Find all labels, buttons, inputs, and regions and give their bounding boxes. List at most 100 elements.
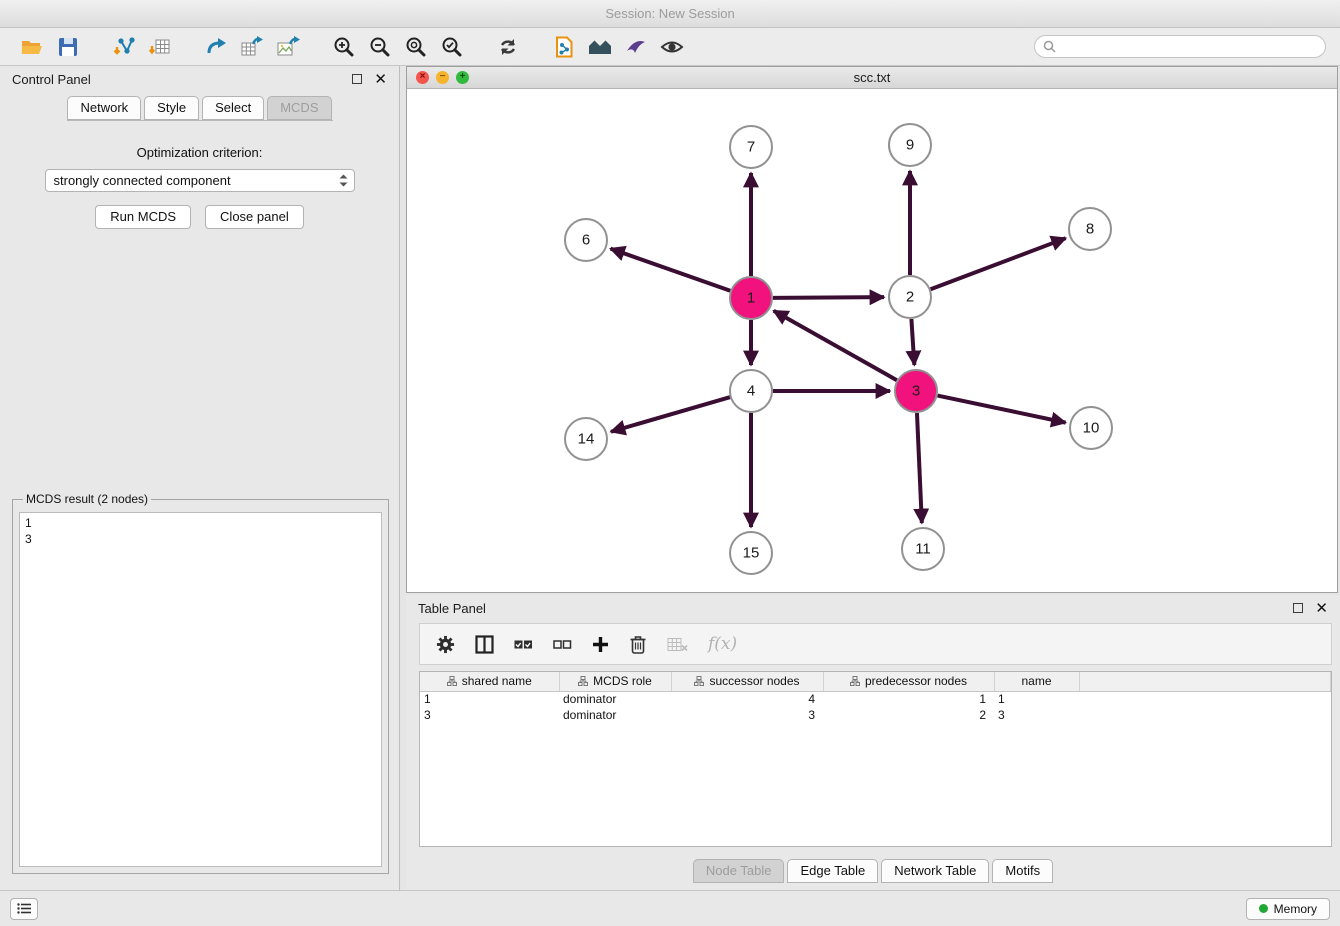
cluego-button[interactable] — [582, 32, 618, 62]
toolbar-search[interactable] — [1034, 35, 1326, 58]
unselect-all-button[interactable] — [553, 629, 572, 659]
table-cell[interactable]: 3 — [671, 707, 823, 723]
graph-node[interactable]: 6 — [565, 219, 607, 261]
mcds-result-item[interactable]: 3 — [25, 531, 376, 547]
tab-network[interactable]: Network — [67, 96, 141, 120]
column-header-successor-nodes[interactable]: successor nodes — [671, 672, 823, 691]
split-columns-button[interactable] — [475, 629, 494, 659]
graph-node[interactable]: 15 — [730, 532, 772, 574]
tab-edge-table[interactable]: Edge Table — [787, 859, 878, 883]
table-panel-title: Table Panel — [418, 601, 486, 616]
graph-edge[interactable] — [611, 397, 730, 432]
column-header-predecessor-nodes[interactable]: predecessor nodes — [823, 672, 994, 691]
graph-node[interactable]: 14 — [565, 418, 607, 460]
table-settings-button[interactable] — [436, 629, 455, 659]
table-cell[interactable]: 1 — [420, 691, 559, 707]
add-column-button[interactable] — [592, 629, 609, 659]
table-cell[interactable]: dominator — [559, 691, 671, 707]
column-header-shared-name[interactable]: shared name — [420, 672, 559, 691]
import-table-button[interactable] — [142, 32, 178, 62]
clone-network-button[interactable] — [546, 32, 582, 62]
close-panel-button[interactable]: Close panel — [205, 205, 304, 229]
zoom-out-button[interactable] — [362, 32, 398, 62]
close-window-icon[interactable]: × — [416, 71, 429, 84]
table-cell[interactable]: 4 — [671, 691, 823, 707]
refresh-layout-button[interactable] — [490, 32, 526, 62]
search-icon — [1043, 40, 1056, 53]
tab-mcds[interactable]: MCDS — [267, 96, 331, 120]
table-cell[interactable]: dominator — [559, 707, 671, 723]
export-table-button[interactable] — [234, 32, 270, 62]
table-cell[interactable]: 3 — [420, 707, 559, 723]
graph-edge[interactable] — [774, 311, 897, 380]
graph-node[interactable]: 7 — [730, 126, 772, 168]
network-window-titlebar[interactable]: × − + scc.txt — [407, 67, 1337, 89]
graph-node[interactable]: 10 — [1070, 407, 1112, 449]
node-table-body: 1dominator4113dominator323 — [420, 691, 1331, 723]
optimization-criterion-label: Optimization criterion: — [0, 145, 399, 160]
open-session-button[interactable] — [14, 32, 50, 62]
close-table-panel-icon[interactable]: ✕ — [1315, 601, 1328, 616]
export-network-button[interactable] — [198, 32, 234, 62]
graph-node[interactable]: 9 — [889, 124, 931, 166]
column-header-name[interactable]: name — [994, 672, 1079, 691]
maximize-window-icon[interactable]: + — [456, 71, 469, 84]
tab-motifs[interactable]: Motifs — [992, 859, 1053, 883]
minimize-window-icon[interactable]: − — [436, 71, 449, 84]
table-cell[interactable]: 1 — [994, 691, 1079, 707]
graph-node[interactable]: 1 — [730, 277, 772, 319]
network-canvas[interactable]: 7 9 6 8 1 2 4 3 10 14 15 11 — [407, 89, 1337, 592]
table-cell[interactable]: 2 — [823, 707, 994, 723]
save-session-button[interactable] — [50, 32, 86, 62]
graph-edge[interactable] — [931, 238, 1066, 289]
show-hide-button[interactable] — [654, 32, 690, 62]
graph-edge[interactable] — [611, 249, 731, 291]
memory-button[interactable]: Memory — [1246, 898, 1330, 920]
zoom-selected-button[interactable] — [434, 32, 470, 62]
clupedia-button[interactable] — [618, 32, 654, 62]
table-cell[interactable]: 1 — [823, 691, 994, 707]
delete-table-button[interactable] — [667, 629, 688, 659]
import-network-button[interactable] — [106, 32, 142, 62]
float-table-panel-icon[interactable] — [1293, 603, 1303, 613]
graph-node-label: 2 — [906, 289, 914, 306]
tab-network-table[interactable]: Network Table — [881, 859, 989, 883]
network-window: × − + scc.txt 7 9 6 8 1 2 4 3 10 14 15 11 — [406, 66, 1338, 593]
table-cell[interactable]: 3 — [994, 707, 1079, 723]
table-row[interactable]: 1dominator411 — [420, 691, 1331, 707]
graph-edge[interactable] — [911, 319, 914, 365]
function-builder-button[interactable]: f(x) — [708, 629, 737, 659]
mcds-result-item[interactable]: 1 — [25, 515, 376, 531]
zoom-fit-button[interactable] — [398, 32, 434, 62]
graph-node[interactable]: 11 — [902, 528, 944, 570]
criterion-dropdown-value: strongly connected component — [54, 173, 338, 188]
select-all-button[interactable] — [514, 629, 533, 659]
tab-select[interactable]: Select — [202, 96, 264, 120]
graph-node[interactable]: 2 — [889, 276, 931, 318]
open-session-icon — [20, 36, 44, 58]
run-mcds-button[interactable]: Run MCDS — [95, 205, 191, 229]
show-panels-button[interactable] — [10, 898, 38, 920]
zoom-in-button[interactable] — [326, 32, 362, 62]
search-input[interactable] — [1061, 40, 1317, 54]
network-window-title: scc.txt — [854, 70, 891, 85]
graph-node[interactable]: 8 — [1069, 208, 1111, 250]
graph-edge[interactable] — [773, 297, 884, 298]
export-image-button[interactable] — [270, 32, 306, 62]
graph-edge[interactable] — [917, 413, 922, 523]
criterion-dropdown[interactable]: strongly connected component — [45, 169, 355, 192]
graph-node[interactable]: 3 — [895, 370, 937, 412]
table-row[interactable]: 3dominator323 — [420, 707, 1331, 723]
graph-node[interactable]: 4 — [730, 370, 772, 412]
mcds-result-list[interactable]: 13 — [19, 512, 382, 867]
main-toolbar — [0, 28, 1340, 66]
float-panel-icon[interactable] — [352, 74, 362, 84]
graph-edge[interactable] — [938, 396, 1066, 423]
mcds-result-title: MCDS result (2 nodes) — [23, 492, 151, 506]
delete-column-button[interactable] — [629, 629, 647, 659]
export-network-icon — [205, 36, 228, 58]
tab-style[interactable]: Style — [144, 96, 199, 120]
close-panel-icon[interactable]: ✕ — [374, 72, 387, 87]
tab-node-table[interactable]: Node Table — [693, 859, 785, 883]
column-header-mcds-role[interactable]: MCDS role — [559, 672, 671, 691]
